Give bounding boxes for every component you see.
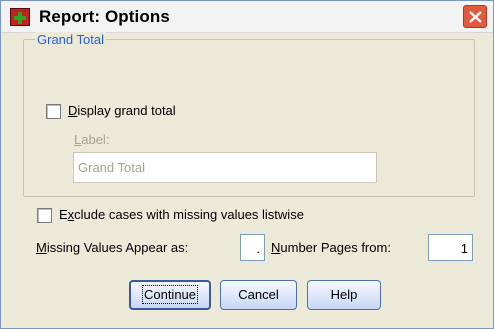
grand-total-legend: Grand Total (35, 32, 106, 47)
exclude-cases-label[interactable]: Exclude cases with missing values listwi… (59, 207, 304, 222)
grand-total-label-caption: Label: (74, 132, 110, 147)
grand-total-label-field[interactable]: Grand Total (73, 152, 377, 183)
exclude-cases-checkbox[interactable] (37, 208, 52, 223)
display-grand-total-checkbox[interactable] (46, 104, 61, 119)
continue-button[interactable]: Continue (129, 280, 211, 310)
close-icon (469, 11, 482, 23)
title-bar[interactable]: Report: Options (1, 1, 493, 33)
window-title: Report: Options (39, 7, 170, 26)
spss-report-icon (10, 8, 30, 26)
help-button[interactable]: Help (307, 280, 381, 310)
number-pages-label: Number Pages from: (271, 240, 391, 255)
display-grand-total-label[interactable]: Display grand total (68, 103, 176, 118)
missing-values-input[interactable]: . (240, 234, 265, 261)
report-options-dialog: Report: Options Grand Total Display gran… (0, 0, 494, 329)
close-button[interactable] (463, 5, 487, 28)
missing-values-label: Missing Values Appear as: (36, 240, 189, 255)
number-pages-input[interactable]: 1 (428, 234, 473, 261)
cancel-button[interactable]: Cancel (220, 280, 297, 310)
